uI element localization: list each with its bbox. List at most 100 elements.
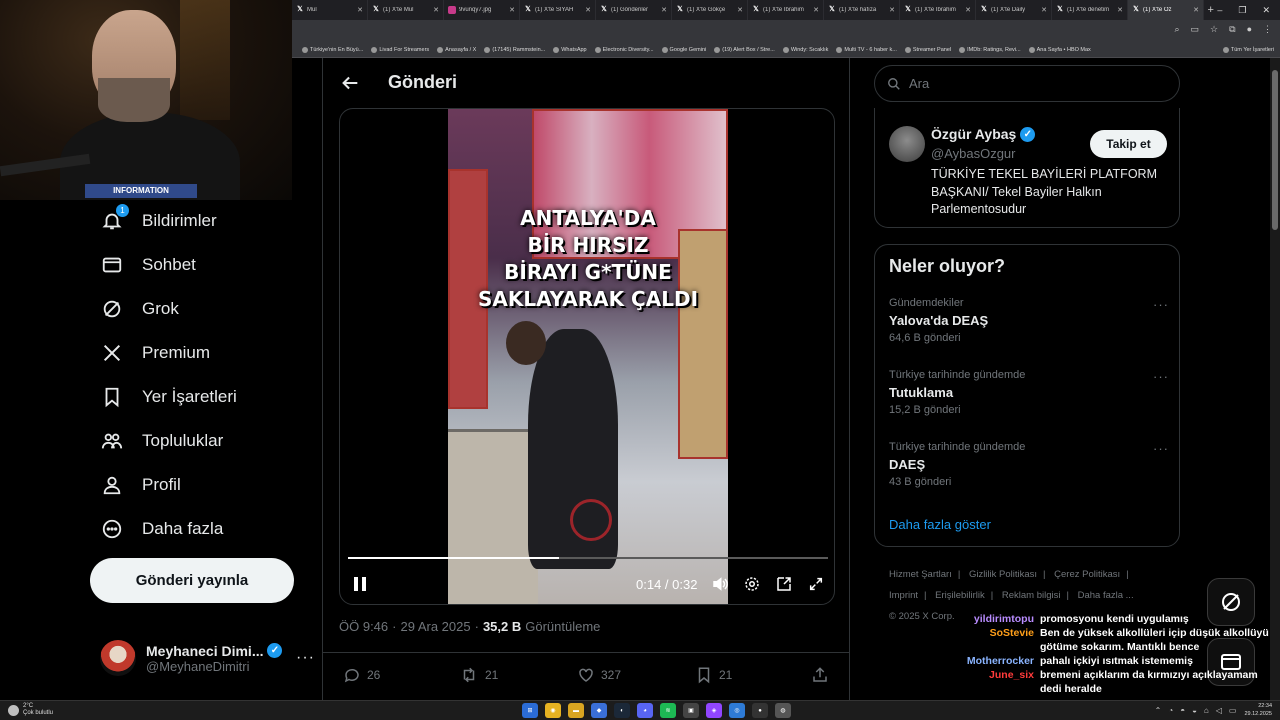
- more-options-icon[interactable]: ···: [1153, 297, 1169, 312]
- star-icon[interactable]: ☆: [1210, 24, 1218, 35]
- address-bar[interactable]: ⌕ ▭ ☆ ⧉ ● ⋮: [292, 20, 1280, 42]
- minimize-icon[interactable]: –: [1217, 5, 1222, 16]
- browser-tab[interactable]: 𝕏 Mul ✕: [292, 0, 368, 20]
- bookmark-item[interactable]: Streamer Panel: [904, 46, 951, 53]
- new-tab-button[interactable]: +: [1204, 4, 1217, 16]
- restore-icon[interactable]: ❐: [1238, 5, 1246, 16]
- avatar[interactable]: [889, 126, 925, 162]
- chevron-up-icon[interactable]: ⌃: [1155, 706, 1162, 715]
- browser-tab[interactable]: 𝕏 (1) X'te denetim ✕: [1052, 0, 1128, 20]
- footer-link[interactable]: Daha fazla ...: [1078, 590, 1134, 601]
- nav-item-communities[interactable]: Topluluklar: [100, 426, 223, 456]
- bookmark-item[interactable]: Anasayfa / X: [437, 46, 476, 53]
- chrome-icon[interactable]: ◉: [545, 703, 561, 718]
- nav-item-chat[interactable]: Sohbet: [100, 250, 196, 280]
- post-button[interactable]: Gönderi yayınla: [90, 558, 294, 603]
- footer-link[interactable]: Imprint: [889, 590, 918, 601]
- bookmark-item[interactable]: Google Gemini: [661, 46, 706, 53]
- video-player[interactable]: ANTALYA'DA BİR HIRSIZ BİRAYI G*TÜNE SAKL…: [339, 108, 835, 605]
- start-icon[interactable]: ⊞: [522, 703, 538, 718]
- nav-item-premium[interactable]: Premium: [100, 338, 210, 368]
- bookmark-item[interactable]: Türkiye'nin En Büyü...: [302, 46, 363, 53]
- menu-icon[interactable]: ⋮: [1263, 24, 1272, 35]
- volume-icon[interactable]: [708, 569, 732, 599]
- close-tab-icon[interactable]: ✕: [737, 6, 743, 14]
- volume-icon[interactable]: ◁: [1216, 706, 1222, 715]
- reply-button[interactable]: 26: [343, 666, 380, 684]
- video-progress-bar[interactable]: [348, 557, 828, 559]
- post-time[interactable]: ÖÖ 9:46: [339, 619, 388, 634]
- close-tab-icon[interactable]: ✕: [889, 6, 895, 14]
- browser-tab[interactable]: 𝕏 (1) Gönderiler ✕: [596, 0, 672, 20]
- close-window-icon[interactable]: ✕: [1262, 5, 1270, 16]
- post-date[interactable]: 29 Ara 2025: [400, 619, 470, 634]
- bookmark-button[interactable]: 21: [695, 666, 732, 684]
- browser-tab[interactable]: 9vunqy7.jpg ✕: [444, 0, 520, 20]
- browser-tab[interactable]: 𝕏 (1) X'te İbrahim ✕: [748, 0, 824, 20]
- app-icon[interactable]: ◎: [729, 703, 745, 718]
- weather-widget[interactable]: 2°C Çok bulutlu: [8, 703, 53, 717]
- footer-link[interactable]: Hizmet Şartları: [889, 569, 952, 580]
- share-button[interactable]: [811, 666, 829, 684]
- like-button[interactable]: 327: [577, 666, 621, 684]
- trend-item[interactable]: Türkiye tarihinde gündemde DAEŞ 43 B gön…: [889, 441, 1169, 501]
- bookmark-item[interactable]: Windy: Sıcaklık: [782, 46, 828, 53]
- scrollbar-thumb[interactable]: [1272, 70, 1278, 230]
- app-icon[interactable]: ◆: [591, 703, 607, 718]
- more-options-icon[interactable]: ···: [1153, 369, 1169, 384]
- app-icon[interactable]: ◓: [1180, 706, 1185, 715]
- close-tab-icon[interactable]: ✕: [433, 6, 439, 14]
- page-scrollbar[interactable]: [1270, 58, 1280, 700]
- close-tab-icon[interactable]: ✕: [357, 6, 363, 14]
- spotify-icon[interactable]: ≋: [660, 703, 676, 718]
- app-icon[interactable]: ◈: [706, 703, 722, 718]
- more-options-icon[interactable]: ···: [1153, 441, 1169, 456]
- close-tab-icon[interactable]: ✕: [813, 6, 819, 14]
- footer-link[interactable]: Gizlilik Politikası: [969, 569, 1037, 580]
- nav-item-bookmarks[interactable]: Yer İşaretleri: [100, 382, 237, 412]
- cast-icon[interactable]: ▭: [1191, 24, 1200, 35]
- bookmark-item[interactable]: Electronic Diversity...: [594, 46, 654, 53]
- pause-icon[interactable]: [348, 569, 372, 599]
- video-frame[interactable]: ANTALYA'DA BİR HIRSIZ BİRAYI G*TÜNE SAKL…: [448, 109, 728, 604]
- search-input[interactable]: Ara: [874, 65, 1180, 102]
- nav-item-grok[interactable]: Grok: [100, 294, 179, 324]
- close-tab-icon[interactable]: ✕: [585, 6, 591, 14]
- extensions-icon[interactable]: ⧉: [1229, 24, 1235, 35]
- app-icon[interactable]: ●: [752, 703, 768, 718]
- folder-icon[interactable]: ▬: [568, 703, 584, 718]
- close-tab-icon[interactable]: ✕: [1041, 6, 1047, 14]
- close-tab-icon[interactable]: ✕: [509, 6, 515, 14]
- zoom-icon[interactable]: ⌕: [1174, 24, 1179, 35]
- app-icon[interactable]: ◒: [1192, 706, 1197, 715]
- close-tab-icon[interactable]: ✕: [1193, 6, 1199, 14]
- battery-icon[interactable]: ▭: [1229, 706, 1237, 715]
- trend-item[interactable]: Gündemdekiler Yalova'da DEAŞ 64,6 B gönd…: [889, 297, 1169, 357]
- bookmark-item[interactable]: (17145) Rammstein...: [484, 46, 545, 53]
- app-icon[interactable]: ▣: [683, 703, 699, 718]
- settings-gear-icon[interactable]: [740, 569, 764, 599]
- close-tab-icon[interactable]: ✕: [661, 6, 667, 14]
- browser-tab[interactable]: 𝕏 (1) X'te Mul ✕: [368, 0, 444, 20]
- nav-item-notifications[interactable]: 1 Bildirimler: [100, 204, 217, 236]
- browser-tab[interactable]: 𝕏 (1) X'te SİYAH ✕: [520, 0, 596, 20]
- bookmark-item[interactable]: Multi TV - 6 haber k...: [836, 46, 897, 53]
- bookmark-item[interactable]: (19) Alert Box / Stre...: [714, 46, 775, 53]
- browser-tab[interactable]: 𝕏 (1) X'te İbrahim ✕: [900, 0, 976, 20]
- trend-item[interactable]: Türkiye tarihinde gündemde Tutuklama 15,…: [889, 369, 1169, 429]
- bookmark-item[interactable]: WhatsApp: [553, 46, 587, 53]
- browser-tab[interactable]: 𝕏 (1) X'te Öz ✕: [1128, 0, 1204, 20]
- bookmark-item[interactable]: IMDb: Ratings, Revi...: [959, 46, 1021, 53]
- browser-tab[interactable]: 𝕏 (1) X'te Gökçe ✕: [672, 0, 748, 20]
- footer-link[interactable]: Çerez Politikası: [1054, 569, 1120, 580]
- close-tab-icon[interactable]: ✕: [1117, 6, 1123, 14]
- bookmark-item[interactable]: Ana Sayfa • HBO Max: [1028, 46, 1091, 53]
- network-icon[interactable]: ⌂: [1204, 706, 1209, 715]
- footer-link[interactable]: Erişilebilirlik: [935, 590, 985, 601]
- app-icon[interactable]: ◔: [1168, 706, 1173, 715]
- footer-link[interactable]: Reklam bilgisi: [1002, 590, 1061, 601]
- more-options-icon[interactable]: ···: [296, 649, 315, 667]
- steam-icon[interactable]: ◐: [614, 703, 630, 718]
- author-name-row[interactable]: Özgür Aybaş ✓: [931, 126, 1036, 142]
- profile-icon[interactable]: ●: [1247, 24, 1252, 35]
